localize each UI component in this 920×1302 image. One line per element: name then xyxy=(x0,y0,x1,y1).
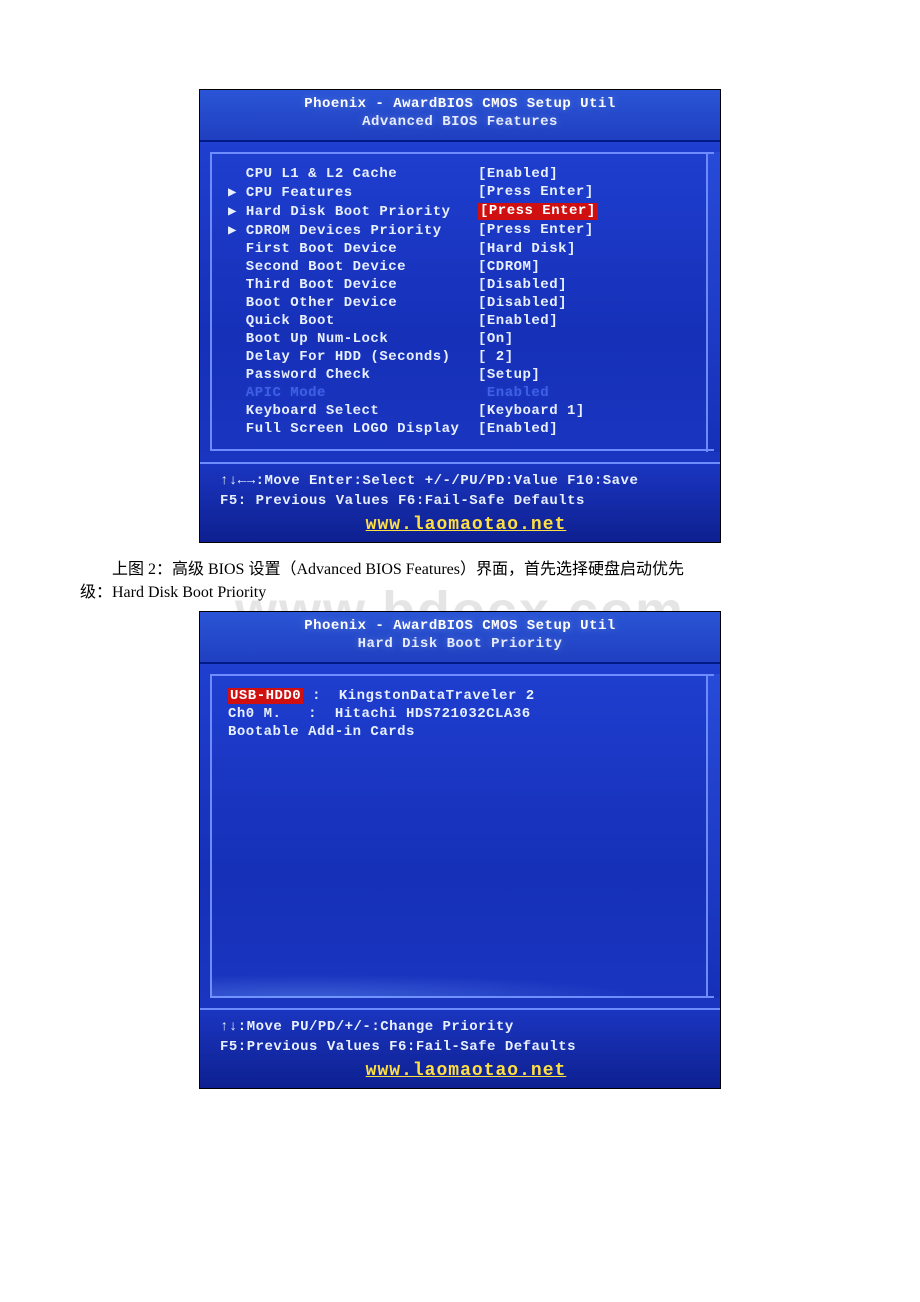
bios-title-bar: Phoenix - AwardBIOS CMOS Setup Util Adva… xyxy=(200,90,720,142)
bios-setting-label: Quick Boot xyxy=(228,313,478,329)
bios-setting-row[interactable]: ▶ Hard Disk Boot Priority[Press Enter] xyxy=(228,203,712,220)
bios-setting-row[interactable]: Quick Boot[Enabled] xyxy=(228,313,712,329)
bios-setting-value: [Enabled] xyxy=(478,166,558,182)
hdd-priority-item[interactable]: USB-HDD0 : KingstonDataTraveler 2 xyxy=(228,688,712,704)
bios-footer-line2: F5: Previous Values F6:Fail-Safe Default… xyxy=(220,492,712,512)
bios-setting-row[interactable]: Password Check[Setup] xyxy=(228,367,712,383)
bios-setting-label: APIC Mode xyxy=(228,385,478,401)
bios-setting-value: [Enabled] xyxy=(478,313,558,329)
bios-setting-value: [Keyboard 1] xyxy=(478,403,585,419)
caption-text-line2: 级：Hard Disk Boot Priority xyxy=(80,584,266,601)
bios-setting-label: Boot Up Num-Lock xyxy=(228,331,478,347)
bios-setting-row[interactable]: Second Boot Device[CDROM] xyxy=(228,259,712,275)
bios-setting-row[interactable]: APIC Mode Enabled xyxy=(228,385,712,401)
bios-setting-value: [On] xyxy=(478,331,514,347)
bios-title-bar: Phoenix - AwardBIOS CMOS Setup Util Hard… xyxy=(200,612,720,664)
bios-setting-label: Delay For HDD (Seconds) xyxy=(228,349,478,365)
bios-setting-row[interactable]: Keyboard Select[Keyboard 1] xyxy=(228,403,712,419)
bios-setting-row[interactable]: Third Boot Device[Disabled] xyxy=(228,277,712,293)
bios-title-line1: Phoenix - AwardBIOS CMOS Setup Util xyxy=(204,618,716,634)
caption-text-line1: 上图 2：高级 BIOS 设置（Advanced BIOS Features）界… xyxy=(112,561,684,578)
bios-settings-list: CPU L1 & L2 Cache[Enabled]▶ CPU Features… xyxy=(210,152,714,451)
bios-setting-label: Third Boot Device xyxy=(228,277,478,293)
bios-title-line2: Advanced BIOS Features xyxy=(204,114,716,130)
bios-setting-row[interactable]: ▶ CDROM Devices Priority[Press Enter] xyxy=(228,222,712,239)
bios-setting-label: ▶ CDROM Devices Priority xyxy=(228,222,478,239)
bios-setting-label: Full Screen LOGO Display xyxy=(228,421,478,437)
bios-setting-value: [ 2] xyxy=(478,349,514,365)
bios-setting-label: ▶ CPU Features xyxy=(228,184,478,201)
bios-setting-row[interactable]: CPU L1 & L2 Cache[Enabled] xyxy=(228,166,712,182)
bios-setting-value: [Press Enter] xyxy=(478,203,598,220)
hdd-item-left: USB-HDD0 xyxy=(228,688,303,704)
bios-footer-url: www.laomaotao.net xyxy=(220,513,712,538)
bios-setting-label: Boot Other Device xyxy=(228,295,478,311)
hdd-priority-item[interactable]: Ch0 M. : Hitachi HDS721032CLA36 xyxy=(228,706,712,722)
bios-setting-label: Password Check xyxy=(228,367,478,383)
bios-screenshot-advanced-features: Phoenix - AwardBIOS CMOS Setup Util Adva… xyxy=(200,90,720,542)
bios-setting-row[interactable]: Boot Other Device[Disabled] xyxy=(228,295,712,311)
bios-setting-value: [Disabled] xyxy=(478,277,567,293)
bios-setting-label: First Boot Device xyxy=(228,241,478,257)
bios-footer-line1: ↑↓←→:Move Enter:Select +/-/PU/PD:Value F… xyxy=(220,472,712,492)
bios-footer-line2: F5:Previous Values F6:Fail-Safe Defaults xyxy=(220,1038,712,1058)
bios-setting-label: CPU L1 & L2 Cache xyxy=(228,166,478,182)
bios-setting-label: Keyboard Select xyxy=(228,403,478,419)
bios-setting-value: [Hard Disk] xyxy=(478,241,576,257)
bios-title-line1: Phoenix - AwardBIOS CMOS Setup Util xyxy=(204,96,716,112)
bios-hdd-priority-list: USB-HDD0 : KingstonDataTraveler 2 Ch0 M. … xyxy=(210,674,714,998)
bios-setting-row[interactable]: ▶ CPU Features[Press Enter] xyxy=(228,184,712,201)
bios-setting-value: Enabled xyxy=(478,385,549,401)
bios-setting-value: [Disabled] xyxy=(478,295,567,311)
bios-setting-value: [Setup] xyxy=(478,367,540,383)
bios-footer-line1: ↑↓:Move PU/PD/+/-:Change Priority xyxy=(220,1018,712,1038)
bios-setting-value: [Enabled] xyxy=(478,421,558,437)
bios-setting-value: [CDROM] xyxy=(478,259,540,275)
bios-setting-row[interactable]: Full Screen LOGO Display[Enabled] xyxy=(228,421,712,437)
hdd-item-right: : KingstonDataTraveler 2 xyxy=(303,688,534,704)
bios-setting-row[interactable]: Boot Up Num-Lock[On] xyxy=(228,331,712,347)
bios-setting-label: Second Boot Device xyxy=(228,259,478,275)
bios-footer: ↑↓←→:Move Enter:Select +/-/PU/PD:Value F… xyxy=(200,462,720,542)
bios-setting-row[interactable]: First Boot Device[Hard Disk] xyxy=(228,241,712,257)
bios-footer: ↑↓:Move PU/PD/+/-:Change Priority F5:Pre… xyxy=(200,1008,720,1088)
bios-setting-value: [Press Enter] xyxy=(478,222,594,239)
bios-footer-url: www.laomaotao.net xyxy=(220,1059,712,1084)
bios-setting-row[interactable]: Delay For HDD (Seconds)[ 2] xyxy=(228,349,712,365)
bios-title-line2: Hard Disk Boot Priority xyxy=(204,636,716,652)
bios-setting-value: [Press Enter] xyxy=(478,184,594,201)
bios-setting-label: ▶ Hard Disk Boot Priority xyxy=(228,203,478,220)
bios-screenshot-hdd-priority: Phoenix - AwardBIOS CMOS Setup Util Hard… xyxy=(200,612,720,1088)
hdd-priority-item[interactable]: Bootable Add-in Cards xyxy=(228,724,712,740)
